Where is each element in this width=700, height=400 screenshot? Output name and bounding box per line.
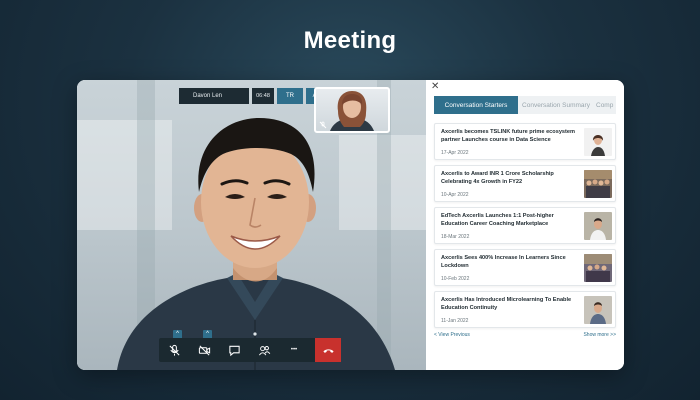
meeting-window: Davon Len 06:48 TR AUD ^: [77, 80, 624, 370]
participants-icon: [258, 345, 270, 355]
tab-comp[interactable]: Comp: [594, 96, 616, 114]
video-off-icon: [198, 344, 210, 356]
camera-options-caret[interactable]: ^: [203, 330, 212, 338]
article-date: 10-Feb 2022: [441, 276, 470, 282]
insights-panel: ✕ Conversation Starters Conversation Sum…: [426, 80, 624, 370]
call-controls: ^ ^ •••: [159, 330, 341, 362]
article-date: 11-Jan 2022: [441, 318, 469, 324]
panel-tabs: Conversation Starters Conversation Summa…: [434, 96, 616, 114]
camera-toggle-button[interactable]: ^: [189, 330, 219, 362]
article-date: 10-Apr 2022: [441, 192, 469, 198]
tab-conversation-summary[interactable]: Conversation Summary: [518, 96, 594, 114]
chat-icon: [228, 345, 240, 356]
call-info-bar: Davon Len 06:48 TR AUD: [179, 88, 332, 104]
tab-conversation-starters[interactable]: Conversation Starters: [434, 96, 518, 114]
end-call-button[interactable]: [315, 338, 341, 362]
participants-button[interactable]: [249, 338, 279, 362]
article-date: 18-Mar 2022: [441, 234, 470, 240]
article-thumbnail: [584, 296, 612, 324]
article-title: Axcerlis becomes TSLINK future prime eco…: [441, 129, 575, 143]
view-previous-link[interactable]: < View Previous: [434, 332, 470, 338]
chat-button[interactable]: [219, 338, 249, 362]
article-title: Axcerlis to Award INR 1 Crore Scholarshi…: [441, 171, 554, 185]
more-options-button[interactable]: •••: [279, 338, 309, 362]
article-title: EdTech Axcerlis Launches 1:1 Post-higher…: [441, 213, 554, 227]
mic-toggle-button[interactable]: ^: [159, 330, 189, 362]
main-video: Davon Len 06:48 TR AUD ^: [77, 80, 426, 370]
article-title: Axcerlis Sees 400% Increase In Learners …: [441, 255, 566, 269]
show-more-link[interactable]: Show more >>: [583, 332, 616, 338]
list-item[interactable]: Axcerlis becomes TSLINK future prime eco…: [434, 123, 616, 160]
list-item[interactable]: EdTech Axcerlis Launches 1:1 Post-higher…: [434, 207, 616, 244]
article-list: Axcerlis becomes TSLINK future prime eco…: [434, 123, 616, 333]
list-item[interactable]: Axcerlis to Award INR 1 Crore Scholarshi…: [434, 165, 616, 202]
tr-button[interactable]: TR: [277, 88, 303, 104]
call-timer: 06:48: [252, 88, 274, 104]
article-title: Axcerlis Has Introduced Microlearning To…: [441, 297, 572, 311]
list-item[interactable]: Axcerlis Sees 400% Increase In Learners …: [434, 249, 616, 286]
list-item[interactable]: Axcerlis Has Introduced Microlearning To…: [434, 291, 616, 328]
mic-off-icon: [168, 344, 180, 356]
self-view-video[interactable]: [314, 87, 390, 133]
article-thumbnail: [584, 128, 612, 156]
mic-options-caret[interactable]: ^: [173, 330, 182, 338]
article-thumbnail: [584, 212, 612, 240]
close-icon[interactable]: ✕: [431, 82, 441, 92]
article-thumbnail: [584, 254, 612, 282]
participant-name: Davon Len: [179, 88, 249, 104]
pip-mic-off-icon: [318, 120, 327, 129]
article-thumbnail: [584, 170, 612, 198]
pagination: < View Previous Show more >>: [434, 332, 616, 338]
more-icon: •••: [290, 347, 298, 353]
article-date: 17-Apr 2022: [441, 150, 469, 156]
phone-hangup-icon: [322, 348, 334, 353]
page-title: Meeting: [303, 27, 397, 54]
